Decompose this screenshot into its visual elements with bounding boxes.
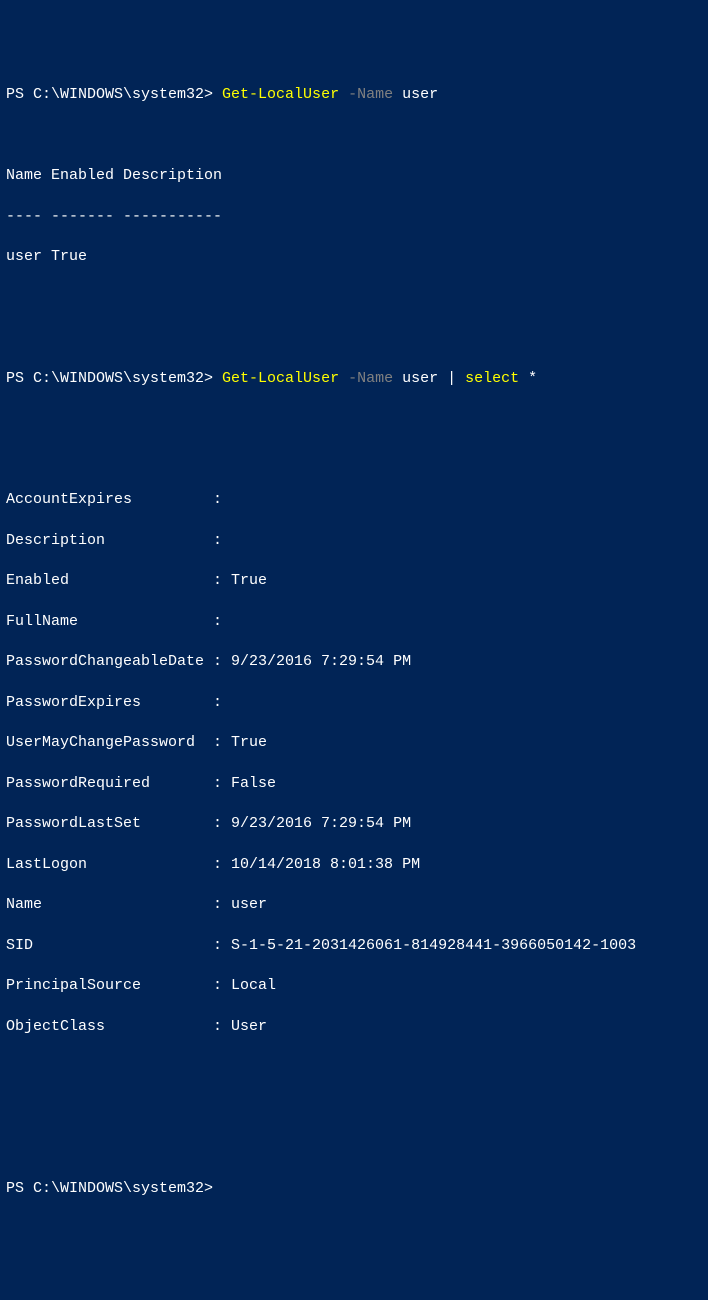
param-2: -Name: [339, 370, 402, 387]
table-header: Name Enabled Description: [6, 166, 702, 186]
prop-account-expires: AccountExpires :: [6, 490, 702, 510]
command-line-3[interactable]: PS C:\WINDOWS\system32>: [6, 1179, 702, 1199]
prompt-3: PS C:\WINDOWS\system32>: [6, 1180, 213, 1197]
cmdlet-2a: Get-LocalUser: [222, 370, 339, 387]
prop-last-logon: LastLogon : 10/14/2018 8:01:38 PM: [6, 855, 702, 875]
prop-user-may-change-password: UserMayChangePassword : True: [6, 733, 702, 753]
prop-principal-source: PrincipalSource : Local: [6, 976, 702, 996]
blank: [6, 450, 702, 470]
prop-enabled: Enabled : True: [6, 571, 702, 591]
blank: [6, 288, 702, 308]
prop-password-expires: PasswordExpires :: [6, 693, 702, 713]
prop-fullname: FullName :: [6, 612, 702, 632]
param-1: -Name: [339, 86, 402, 103]
table-row: user True: [6, 247, 702, 267]
prop-password-last-set: PasswordLastSet : 9/23/2016 7:29:54 PM: [6, 814, 702, 834]
prop-sid: SID : S-1-5-21-2031426061-814928441-3966…: [6, 936, 702, 956]
pipe: |: [438, 370, 465, 387]
prop-name: Name : user: [6, 895, 702, 915]
prompt-2: PS C:\WINDOWS\system32>: [6, 370, 222, 387]
blank: [6, 409, 702, 429]
cmdlet-2b: select: [465, 370, 519, 387]
star: *: [519, 370, 537, 387]
cmdlet-1: Get-LocalUser: [222, 86, 339, 103]
blank: [6, 1098, 702, 1118]
prop-password-changeable-date: PasswordChangeableDate : 9/23/2016 7:29:…: [6, 652, 702, 672]
arg-2: user: [402, 370, 438, 387]
table-divider: ---- ------- -----------: [6, 207, 702, 227]
prop-object-class: ObjectClass : User: [6, 1017, 702, 1037]
blank: [6, 1138, 702, 1158]
command-line-2: PS C:\WINDOWS\system32> Get-LocalUser -N…: [6, 369, 702, 389]
blank: [6, 126, 702, 146]
blank: [6, 1057, 702, 1077]
prop-description: Description :: [6, 531, 702, 551]
prompt-1: PS C:\WINDOWS\system32>: [6, 86, 222, 103]
prop-password-required: PasswordRequired : False: [6, 774, 702, 794]
command-line-1: PS C:\WINDOWS\system32> Get-LocalUser -N…: [6, 85, 702, 105]
blank: [6, 328, 702, 348]
arg-1: user: [402, 86, 438, 103]
